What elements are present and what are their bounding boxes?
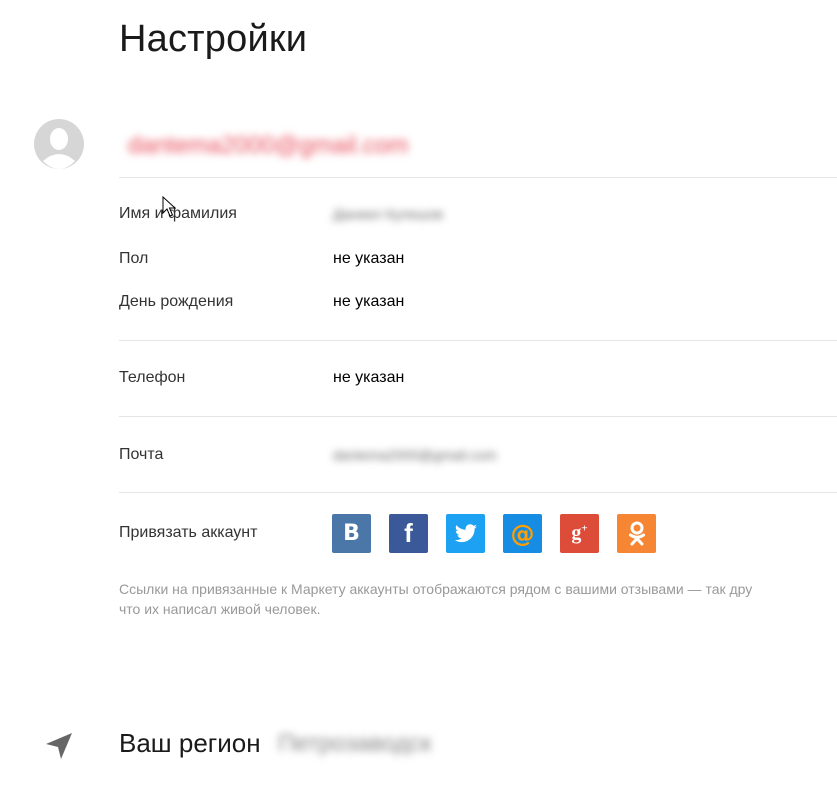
mail-value: dantema2000@gmail.com xyxy=(333,447,497,463)
region-title: Ваш регион xyxy=(119,728,261,758)
mailru-button[interactable]: @ xyxy=(503,514,542,553)
birthday-value: не указан xyxy=(333,293,405,310)
divider xyxy=(119,340,837,341)
location-arrow-icon xyxy=(46,733,72,759)
facebook-button[interactable]: f xyxy=(389,514,428,553)
page-title: Настройки xyxy=(119,18,308,60)
vk-icon: В xyxy=(343,521,360,546)
region-value[interactable]: Петрозаводск xyxy=(278,730,431,758)
divider xyxy=(119,492,837,493)
name-label: Имя и фамилия xyxy=(119,205,237,222)
divider xyxy=(119,177,837,178)
facebook-icon: f xyxy=(404,518,413,548)
google-plus-icon: g+ xyxy=(571,522,588,544)
name-value: Даниил Кулешов xyxy=(333,206,443,222)
note-line: Ссылки на привязанные к Маркету аккаунты… xyxy=(119,581,753,597)
gender-value: не указан xyxy=(333,250,405,267)
odnoklassniki-icon xyxy=(628,521,645,545)
twitter-button[interactable] xyxy=(446,514,485,553)
google-plus-button[interactable]: g+ xyxy=(560,514,599,553)
phone-value: не указан xyxy=(333,369,405,386)
mouse-cursor-icon xyxy=(162,196,176,217)
account-email: dantema2000@gmail.com xyxy=(128,132,409,159)
note-line: что их написал живой человек. xyxy=(119,601,321,617)
phone-label: Телефон xyxy=(119,369,186,386)
avatar[interactable] xyxy=(34,119,84,169)
twitter-icon xyxy=(454,523,477,542)
divider xyxy=(119,416,837,417)
mailru-icon: @ xyxy=(510,519,535,548)
odnoklassniki-button[interactable] xyxy=(617,514,656,553)
link-account-label: Привязать аккаунт xyxy=(119,524,258,541)
social-buttons: В f @ g+ xyxy=(332,514,656,553)
mail-label: Почта xyxy=(119,446,164,463)
vk-button[interactable]: В xyxy=(332,514,371,553)
linked-accounts-note: Ссылки на привязанные к Маркету аккаунты… xyxy=(119,579,837,619)
birthday-label: День рождения xyxy=(119,293,234,310)
settings-page: Настройки dantema2000@gmail.com Имя и фа… xyxy=(0,0,837,798)
gender-label: Пол xyxy=(119,250,149,267)
